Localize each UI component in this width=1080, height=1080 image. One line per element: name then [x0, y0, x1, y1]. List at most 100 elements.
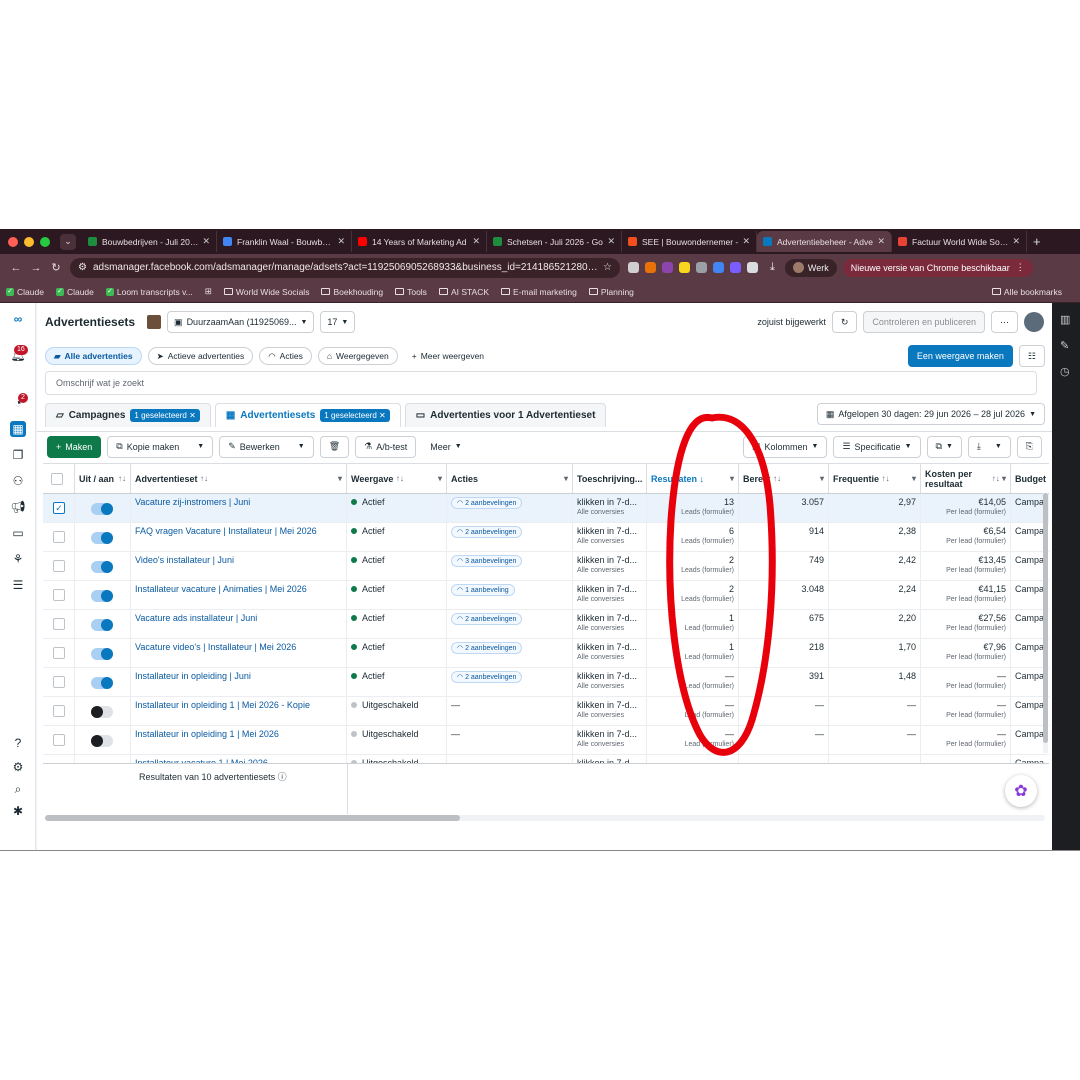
recommendations-badge[interactable]: ◠ 1 aanbeveling — [451, 584, 515, 596]
horizontal-scrollbar[interactable] — [45, 815, 1045, 821]
extension-icon[interactable] — [713, 262, 724, 273]
on-off-toggle[interactable] — [91, 735, 113, 747]
menu-icon[interactable]: ☰ — [10, 577, 26, 593]
adset-name-link[interactable]: Vacature ads installateur | Juni — [135, 613, 257, 623]
ab-test-button[interactable]: ⚗ A/b-test — [355, 435, 417, 458]
publish-button[interactable]: Controleren en publiceren — [863, 311, 985, 333]
column-header-reach[interactable]: Bereik ↑↓ ▾ — [739, 464, 829, 493]
on-off-toggle[interactable] — [91, 561, 113, 573]
on-off-toggle[interactable] — [91, 503, 113, 515]
gear-icon[interactable]: ⚙ — [10, 759, 26, 775]
bug-icon[interactable]: ✱ — [10, 803, 26, 819]
refresh-button[interactable]: ↻ — [831, 311, 858, 333]
search-input[interactable]: Omschrijf wat je zoekt — [45, 371, 1037, 395]
recommendations-badge[interactable]: ◠ 2 aanbevelingen — [451, 642, 523, 654]
column-header-budget[interactable]: Budget — [1011, 464, 1049, 493]
date-range-picker[interactable]: ▦ Afgelopen 30 dagen: 29 jun 2026 – 28 j… — [816, 403, 1045, 425]
on-off-toggle[interactable] — [91, 532, 113, 544]
column-header-name[interactable]: Advertentieset ↑↓ ▾ — [131, 464, 347, 493]
more-options-button[interactable]: ⋯ — [991, 311, 1018, 333]
adset-name-link[interactable]: Video's installateur | Juni — [135, 555, 234, 565]
select-all-checkbox[interactable] — [51, 472, 63, 485]
tab-close-icon[interactable]: ✕ — [1012, 236, 1020, 247]
tab-close-icon[interactable]: ✕ — [742, 236, 750, 247]
recommendations-badge[interactable]: ◠ 2 aanbevelingen — [451, 497, 523, 509]
table-row[interactable]: Installateur in opleiding 1 | Mei 2026 Ui… — [43, 726, 1049, 755]
table-row[interactable]: Installateur in opleiding 1 | Mei 2026 -… — [43, 697, 1049, 726]
adset-name-link[interactable]: Installateur in opleiding 1 | Mei 2026 -… — [135, 700, 310, 710]
browser-tab[interactable]: 14 Years of Marketing Ad ✕ — [352, 231, 487, 252]
table-row[interactable]: Installateur vacature | Animaties | Mei … — [43, 581, 1049, 610]
extension-icon[interactable] — [628, 262, 639, 273]
bookmark-star-icon[interactable]: ☆ — [603, 262, 612, 273]
row-checkbox[interactable] — [53, 705, 65, 717]
create-view-button[interactable]: Een weergave maken — [907, 345, 1013, 367]
version-selector[interactable]: 17 ▼ — [320, 311, 356, 333]
view-delivered[interactable]: ⌂ Weergegeven — [317, 347, 398, 365]
ai-assistant-button[interactable]: ✿ — [1005, 775, 1037, 807]
kebab-menu-icon[interactable]: ⋮ — [1016, 262, 1025, 273]
selected-badge[interactable]: 1 geselecteerd ✕ — [320, 409, 390, 422]
table-row[interactable]: ✓ Vacature zij-instromers | Juni Actief ◠ 2… — [43, 494, 1049, 523]
account-selector[interactable]: ▣ DuurzaamAan (11925069... ▼ — [167, 311, 315, 333]
tab-close-icon[interactable]: ✕ — [202, 236, 210, 247]
column-header-delivery[interactable]: Weergave ↑↓ ▾ — [347, 464, 447, 493]
row-checkbox[interactable] — [53, 589, 65, 601]
browser-tab[interactable]: Franklin Waal - Bouwbedrijf ✕ — [217, 231, 352, 252]
table-row[interactable]: Video's installateur | Juni Actief ◠ 3 aan… — [43, 552, 1049, 581]
network-icon[interactable]: ⚘ — [10, 551, 26, 567]
tab-close-icon[interactable]: ✕ — [607, 236, 615, 247]
table-row[interactable]: Vacature ads installateur | Juni Actief ◠ … — [43, 610, 1049, 639]
apps-grid-icon[interactable]: ⊞ — [205, 286, 212, 297]
tab-close-icon[interactable]: ✕ — [472, 236, 480, 247]
reload-icon[interactable]: ↻ — [46, 261, 66, 274]
extension-icon[interactable] — [645, 262, 656, 273]
view-all-ads[interactable]: ▰ Alle advertenties — [45, 347, 142, 365]
browser-tab[interactable]: SEE | Bouwondernemer - ✕ — [622, 231, 757, 252]
on-off-toggle[interactable] — [91, 648, 113, 660]
adset-name-link[interactable]: Vacature video's | Installateur | Mei 20… — [135, 642, 296, 652]
forward-arrow-icon[interactable]: → — [26, 262, 46, 274]
extension-icon[interactable] — [696, 262, 707, 273]
on-off-toggle[interactable] — [91, 706, 113, 718]
more-button[interactable]: Meer ▼ — [422, 435, 470, 458]
column-header-results[interactable]: Resultaten ↓ ▾ — [647, 464, 739, 493]
table-icon[interactable]: ▦ — [10, 421, 26, 437]
on-off-toggle[interactable] — [91, 590, 113, 602]
create-button[interactable]: + Maken — [47, 435, 102, 458]
table-row[interactable]: FAQ vragen Vacature | Installateur | Mei… — [43, 523, 1049, 552]
column-header-cpr[interactable]: Kosten per resultaat ↑↓ ▾ — [921, 464, 1011, 493]
meta-logo-icon[interactable]: ∞ — [10, 311, 26, 327]
more-views-button[interactable]: + Meer weergeven — [403, 347, 493, 365]
column-header-actions[interactable]: Acties ▾ — [447, 464, 573, 493]
selected-badge[interactable]: 1 geselecteerd ✕ — [130, 409, 200, 422]
breakdown-button[interactable]: ☰ Specificatie ▼ — [833, 435, 921, 458]
column-header-frequency[interactable]: Frequentie ↑↓ ▾ — [829, 464, 921, 493]
extension-icon[interactable] — [679, 262, 690, 273]
extension-icon[interactable] — [730, 262, 741, 273]
edit-button[interactable]: ✎ Bewerken ▼ — [219, 435, 314, 458]
pencil-icon[interactable]: ✎ — [1060, 339, 1069, 352]
row-checkbox[interactable] — [53, 618, 65, 630]
tab-search-chevron-icon[interactable]: ⌄ — [60, 233, 76, 250]
adset-name-link[interactable]: FAQ vragen Vacature | Installateur | Mei… — [135, 526, 317, 536]
adset-name-link[interactable]: Installateur vacature | Animaties | Mei … — [135, 584, 307, 594]
user-avatar[interactable] — [1024, 312, 1044, 332]
profile-chip[interactable]: Werk — [784, 258, 837, 277]
extension-icon[interactable] — [662, 262, 673, 273]
megaphone-icon[interactable]: 📢︎ — [10, 499, 26, 515]
folder-world-wide-socials[interactable]: World Wide Socials — [223, 287, 309, 297]
duplicate-button[interactable]: ⧉ Kopie maken ▼ — [107, 435, 214, 458]
browser-tab[interactable]: Factuur World Wide Socia ✕ — [892, 231, 1027, 252]
info-icon[interactable]: ⓘ — [278, 772, 287, 782]
column-header-attribution[interactable]: Toeschrijving... — [573, 464, 647, 493]
folder-boekhouding[interactable]: Boekhouding — [321, 287, 383, 297]
window-controls[interactable] — [8, 236, 50, 247]
row-checkbox[interactable]: ✓ — [53, 502, 65, 514]
scrollbar-thumb[interactable] — [1043, 493, 1048, 743]
chart-button[interactable]: ⎘ — [1016, 435, 1042, 458]
browser-tab[interactable]: Advertentiebeheer - Adve ✕ — [757, 231, 892, 252]
close-window-icon[interactable] — [8, 236, 18, 247]
browser-tab[interactable]: Schetsen - Juli 2026 - Go ✕ — [487, 231, 622, 252]
folder-ai-stack[interactable]: AI STACK — [438, 287, 489, 297]
